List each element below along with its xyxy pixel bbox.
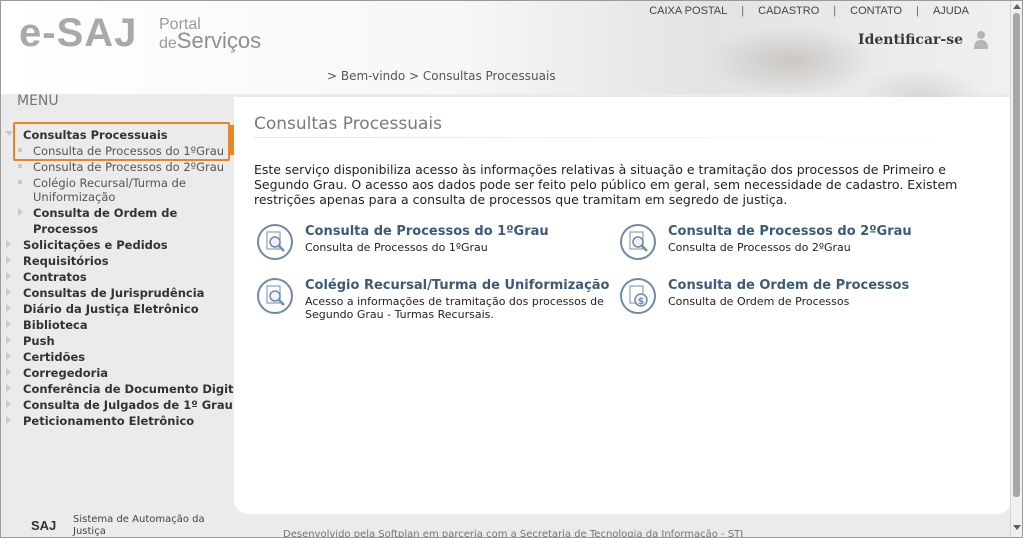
logo-servicos-word: Serviços	[176, 28, 262, 53]
sidebar-item-label: Biblioteca	[23, 318, 88, 332]
identify-link[interactable]: Identificar-se	[858, 32, 963, 48]
footer-system-name: Sistema de Automação da Justiça	[73, 514, 205, 537]
sidebar-item-label: Conferência de Documento Digital	[23, 382, 246, 396]
card-description: Consulta de Ordem de Processos	[668, 295, 850, 308]
collapsed-arrow-icon	[6, 416, 11, 424]
sidebar-item-corregedoria[interactable]: Corregedoria	[1, 365, 237, 381]
sidebar-subitem-label: Consulta de Processos do 1ºGrau	[33, 144, 225, 158]
card-description: Consulta de Processos do 2ºGrau	[668, 241, 851, 254]
sidebar-item-label: Contratos	[23, 270, 87, 284]
sidebar-item-label: Consultas Processuais	[23, 128, 168, 142]
title-divider	[254, 137, 994, 138]
card-title[interactable]: Colégio Recursal/Turma de Uniformização	[305, 278, 610, 293]
sidebar-item-label: Peticionamento Eletrônico	[23, 414, 195, 428]
collapsed-arrow-icon	[6, 240, 11, 248]
main-content: Consultas Processuais Este serviço dispo…	[234, 97, 1011, 514]
sidebar-item-label: Solicitações e Pedidos	[23, 238, 168, 252]
collapsed-arrow-icon	[6, 368, 11, 376]
user-icon[interactable]	[973, 30, 989, 50]
top-links: CAIXA POSTAL | CADASTRO | CONTATO | AJUD…	[635, 5, 983, 17]
card-title[interactable]: Consulta de Processos do 2ºGrau	[668, 224, 912, 239]
bullet-icon	[18, 148, 22, 152]
header: e-SAJ Portal deServiços CAIXA POSTAL | C…	[1, 1, 1021, 141]
collapsed-arrow-icon	[6, 272, 11, 280]
sidebar-subitem-primeiro-grau[interactable]: Consulta de Processos do 1ºGrau	[1, 144, 237, 158]
sidebar-item-label: Requisitórios	[23, 254, 109, 268]
collapsed-arrow-icon	[6, 352, 11, 360]
sidebar-item-label: Consulta de Julgados de 1º Grau	[23, 398, 233, 412]
card-title[interactable]: Consulta de Ordem de Processos	[668, 278, 909, 293]
collapsed-arrow-icon	[6, 288, 11, 296]
browser-viewport: e-SAJ Portal deServiços CAIXA POSTAL | C…	[0, 0, 1023, 538]
sidebar-subitem-label: Consulta de Ordem de Processos	[33, 206, 178, 236]
collapsed-arrow-icon	[6, 304, 11, 312]
sidebar-subitem-label: Consulta de Processos do 2ºGrau	[33, 160, 225, 174]
sidebar-subitem-label: Colégio Recursal/Turma de Uniformização	[33, 176, 186, 204]
sidebar-item-jurisprudencia[interactable]: Consultas de Jurisprudência	[1, 285, 237, 301]
card-description: Consulta de Processos do 1ºGrau	[305, 241, 488, 254]
scroll-thumb[interactable]	[1013, 13, 1020, 497]
magnifier-document-icon	[257, 278, 293, 314]
intro-text: Este serviço disponibiliza acesso às inf…	[254, 162, 958, 207]
sidebar-subitem-segundo-grau[interactable]: Consulta de Processos do 2ºGrau	[1, 160, 237, 174]
scroll-down-arrow-icon[interactable]	[1013, 525, 1021, 530]
page-title: Consultas Processuais	[254, 114, 443, 134]
sidebar-subitem-colegio-recursal[interactable]: Colégio Recursal/Turma de Uniformização	[1, 176, 191, 204]
magnifier-document-icon	[620, 224, 656, 260]
bullet-icon	[18, 164, 22, 168]
sidebar-item-label: Certidões	[23, 350, 86, 364]
sidebar-item-push[interactable]: Push	[1, 333, 237, 349]
sidebar-item-label: Corregedoria	[23, 366, 109, 380]
top-link-cadastro[interactable]: CADASTRO	[744, 5, 833, 17]
sidebar: Consultas Processuais Consulta de Proces…	[1, 119, 245, 429]
sidebar-item-diario-justica[interactable]: Diário da Justiça Eletrônico	[1, 301, 237, 317]
expanded-arrow-icon	[5, 131, 13, 136]
sidebar-item-label: Consultas de Jurisprudência	[23, 286, 205, 300]
sidebar-item-label: Push	[23, 334, 55, 348]
collapsed-arrow-icon	[6, 384, 11, 392]
breadcrumb: > Bem-vindo > Consultas Processuais	[327, 69, 556, 83]
magnifier-document-icon	[257, 224, 293, 260]
vertical-scrollbar[interactable]	[1010, 1, 1022, 537]
scroll-up-arrow-icon[interactable]	[1013, 4, 1021, 9]
footer-developer-text: Desenvolvido pela Softplan em parceria c…	[283, 529, 744, 538]
menu-title: MENU	[17, 93, 59, 109]
collapsed-arrow-icon	[6, 256, 11, 264]
bullet-icon	[18, 180, 22, 184]
card-description: Acesso a informações de tramitação dos p…	[305, 295, 604, 321]
sidebar-item-julgados[interactable]: Consulta de Julgados de 1º Grau	[1, 397, 237, 413]
sidebar-item-solicitacoes[interactable]: Solicitações e Pedidos	[1, 237, 237, 253]
logo-portal-text: Portal deServiços	[159, 17, 261, 52]
footer-saj-logo: SAJ	[31, 518, 57, 533]
logo-de-word: de	[159, 35, 177, 52]
sidebar-subitem-ordem-processos[interactable]: Consulta de Ordem de Processos	[1, 205, 237, 237]
logo-esaj-text: e-SAJ	[19, 11, 138, 55]
top-link-ajuda[interactable]: AJUDA	[919, 5, 983, 17]
sidebar-item-contratos[interactable]: Contratos	[1, 269, 237, 285]
money-document-icon: $	[620, 278, 656, 314]
collapsed-arrow-icon	[6, 400, 11, 408]
esaj-logo[interactable]: e-SAJ Portal deServiços	[19, 11, 289, 61]
sidebar-item-label: Diário da Justiça Eletrônico	[23, 302, 199, 316]
sidebar-item-requisitorios[interactable]: Requisitórios	[1, 253, 237, 269]
top-link-contato[interactable]: CONTATO	[836, 5, 916, 17]
sidebar-item-certidoes[interactable]: Certidões	[1, 349, 237, 365]
svg-text:$: $	[638, 297, 644, 307]
card-title[interactable]: Consulta de Processos do 1ºGrau	[305, 224, 549, 239]
sidebar-item-biblioteca[interactable]: Biblioteca	[1, 317, 237, 333]
sidebar-item-conferencia[interactable]: Conferência de Documento Digital	[1, 381, 245, 397]
sidebar-item-peticionamento[interactable]: Peticionamento Eletrônico	[1, 413, 237, 429]
sidebar-item-consultas-processuais[interactable]: Consultas Processuais	[1, 127, 237, 143]
collapsed-arrow-icon	[6, 336, 11, 344]
collapsed-arrow-icon	[18, 208, 23, 216]
top-link-caixa-postal[interactable]: CAIXA POSTAL	[635, 5, 741, 17]
collapsed-arrow-icon	[6, 320, 11, 328]
